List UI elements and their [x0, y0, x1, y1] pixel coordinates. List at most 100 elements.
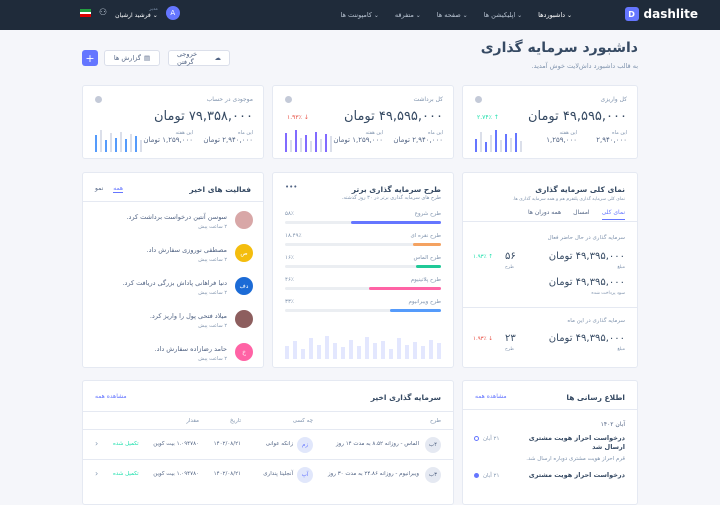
activity-item: سوسن آنتین درخواست برداشت کرد. ۲ ساعت پیش [93, 209, 253, 241]
plan-bar [333, 343, 337, 359]
tab-this-year[interactable]: امسال [573, 209, 589, 220]
spark-bar [320, 138, 322, 152]
plan-name: طرح الماس [413, 255, 441, 261]
avatar [235, 211, 253, 229]
plan-bar [421, 346, 425, 359]
add-button[interactable]: + [82, 50, 98, 66]
nav-misc[interactable]: متفرقه [395, 11, 421, 19]
recent-investments-card: سرمایه گذاری اخیر مشاهده همه طرح چه کسی … [82, 380, 454, 505]
export-button[interactable]: خروجی گرفتن ☁ [168, 50, 230, 66]
table-header: طرح چه کسی تاریخ مقدار [83, 411, 453, 431]
spark-bar [315, 131, 317, 152]
chevron-left-icon[interactable]: ‹ [95, 469, 98, 478]
chat-icon[interactable]: ⚇ [99, 8, 107, 18]
who-name: آنجلینا پنداری [263, 471, 293, 477]
stat-week: این هفته ۱,۲۵۹,۰۰۰ [546, 130, 577, 144]
overview-subtitle: نمای کلی سرمایه گذاری پلتفرم هم و همه سر… [512, 197, 625, 202]
plan-progress [285, 309, 441, 312]
activity-item: میلاد فتحی پول را واریز کرد. ۲ ساعت پیش [93, 308, 253, 340]
plan-progress [285, 265, 441, 268]
table-row[interactable]: ۳ب ویبرانیوم - روزانه ۲۴.۸۶ به مدت ۳۰ رو… [83, 459, 453, 489]
page-title: داشبورد سرمایه گذاری [480, 40, 638, 56]
activity-item: ص مصطفی نوروزی سفارش داد. ۲ ساعت پیش [93, 242, 253, 274]
info-icon[interactable] [285, 96, 292, 103]
who-avatar: زم [297, 437, 313, 453]
stat-month: این ماه ۲,۹۴۰,۰۰۰ تومان [203, 130, 253, 144]
notice-day: ۲۱ آبان [483, 473, 500, 479]
export-label: خروجی گرفتن [177, 50, 198, 66]
notices-view-all[interactable]: مشاهده همه [475, 393, 507, 400]
plan-progress [285, 287, 441, 290]
tab-all[interactable]: همه [113, 185, 124, 193]
stat-month: این ماه ۲,۹۴۰,۰۰۰ [596, 130, 627, 144]
spark-bar [120, 131, 122, 152]
plan-name: طرح نقره ای [410, 233, 441, 239]
timeline-dot [474, 473, 479, 478]
spark-bar [110, 132, 112, 152]
tab-new[interactable]: نمو [95, 185, 103, 193]
plan-bar [405, 344, 409, 359]
page-subtitle: به قالب داشبورد داش‌لایت خوش آمدید. [531, 62, 638, 70]
spark-bar [480, 131, 482, 152]
plan-progress-fill [412, 243, 441, 246]
plan-percent: ۳۳٪ [285, 299, 294, 305]
spark-bar [500, 140, 502, 152]
activity-time: ۲ ساعت پیش [198, 323, 227, 329]
spark-bar [115, 137, 117, 152]
active-plan-count: ۵۶ [505, 251, 516, 262]
info-icon[interactable] [95, 96, 102, 103]
spark-bar [300, 137, 302, 152]
chevron-left-icon[interactable]: ‹ [95, 439, 98, 448]
spark-bar [310, 141, 312, 152]
plan-bar [293, 340, 297, 359]
activity-time: ۲ ساعت پیش [198, 290, 227, 296]
plan-bar [325, 335, 329, 359]
stat-week-value: ۱,۲۵۹,۰۰۰ [546, 136, 577, 144]
paid-profit-label: سود پرداخت شده [591, 291, 625, 296]
main-nav: داشبوردها اپلیکیشن ها صفحه ها متفرقه کام… [340, 0, 572, 30]
more-options-icon[interactable]: ••• [285, 183, 297, 191]
spark-bar [515, 132, 517, 152]
user-name: فرشید ارشیان ⌄ [115, 12, 158, 19]
user-info[interactable]: مدیر فرشید ارشیان ⌄ [115, 7, 158, 19]
user-area: ⚇ مدیر فرشید ارشیان ⌄ A [80, 6, 180, 20]
nav-components[interactable]: کامپوننت ها [340, 11, 378, 19]
tab-overview[interactable]: نمای کلی [601, 209, 625, 220]
cloud-upload-icon: ☁ [214, 54, 222, 62]
stat-change: ۲.۷۴٪ ↑ [477, 114, 499, 121]
activity-tabs: نمو همه [95, 185, 124, 193]
info-icon[interactable] [475, 96, 482, 103]
user-avatar[interactable]: A [165, 6, 180, 20]
reports-button[interactable]: گزارش ها ▤ [104, 50, 160, 66]
spark-bar [505, 134, 507, 152]
activity-text: سوسن آنتین درخواست برداشت کرد. [126, 213, 227, 221]
brand-icon: D [624, 7, 639, 21]
invest-date: ۱۴۰۲/۰۸/۲۱ [213, 471, 241, 477]
brand-logo[interactable]: D dashlite [624, 7, 698, 21]
tab-all-time[interactable]: همه دوران ها [528, 209, 561, 220]
stat-label: کل واریزی [600, 96, 627, 103]
plan-name: الماس - روزانه ۸.۵۲ به مدت ۱۴ روز [336, 441, 419, 447]
notice-day: ۲۱ آبان [483, 436, 500, 442]
nav-apps[interactable]: اپلیکیشن ها [484, 11, 522, 19]
table-row[interactable]: ۴ب الماس - روزانه ۸.۵۲ به مدت ۱۴ روز زم … [83, 429, 453, 459]
spark-bar [330, 136, 332, 152]
section-active: سرمایه گذاری در حال حاضر فعال [547, 235, 625, 241]
stat-sparkbars [475, 128, 522, 152]
month-plan-label: طرح [505, 347, 514, 352]
nav-dashboards[interactable]: داشبوردها [538, 11, 572, 19]
stat-value: ۴۹,۵۹۵,۰۰۰ تومان [527, 109, 627, 124]
col-amount: مقدار [186, 418, 199, 424]
month-plan-count: ۲۳ [505, 333, 516, 344]
spark-bar [325, 134, 327, 152]
plan-bar [397, 338, 401, 359]
stat-week-value: ۱,۲۵۹,۰۰۰ تومان [143, 136, 193, 144]
plan-name: طرح پلاتینیوم [410, 277, 441, 283]
active-change: ۱.۹۳٪ ↑ [473, 254, 493, 260]
view-all-link[interactable]: مشاهده همه [95, 393, 127, 400]
flag-icon[interactable] [80, 9, 91, 18]
activity-time: ۲ ساعت پیش [198, 224, 227, 230]
nav-pages[interactable]: صفحه ها [437, 11, 468, 19]
plan-progress-fill [369, 287, 441, 290]
plans-subtitle: طرح های سرمایه گذاری برتر در ۳۰ روز گذشت… [341, 195, 441, 201]
